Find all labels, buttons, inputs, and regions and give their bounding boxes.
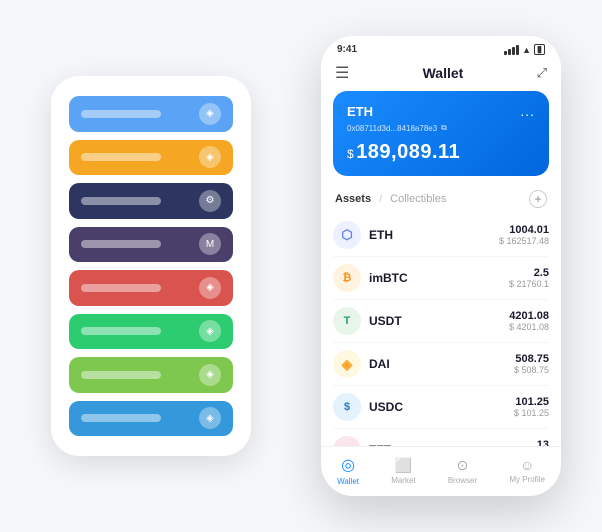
status-bar: 9:41 ▲ ▮: [321, 36, 561, 59]
card-address: 0x08711d3d...8418a78e3 ⧉: [347, 123, 535, 133]
profile-nav-label: My Profile: [509, 475, 545, 484]
bg-card-2[interactable]: ⚙: [69, 183, 233, 219]
usdt-value: $ 4201.08: [509, 322, 549, 332]
imbtc-value: $ 21760.1: [509, 279, 549, 289]
bottom-nav: ◎ Wallet ⬜ Market ⊙ Browser ☺ My Profile: [321, 446, 561, 496]
nav-profile[interactable]: ☺ My Profile: [509, 457, 545, 484]
eth-amount-col: 1004.01 $ 162517.48: [499, 224, 549, 246]
usdt-amount: 4201.08: [509, 310, 549, 322]
bg-card-7[interactable]: ◈: [69, 401, 233, 437]
tft-icon: ✦: [333, 436, 361, 446]
nav-wallet[interactable]: ◎ Wallet: [337, 455, 359, 486]
bg-card-6[interactable]: ◈: [69, 357, 233, 393]
wallet-nav-icon: ◎: [341, 455, 355, 475]
bg-card-0[interactable]: ◈: [69, 96, 233, 132]
nav-browser[interactable]: ⊙ Browser: [448, 457, 477, 485]
eth-value: $ 162517.48: [499, 236, 549, 246]
asset-row-dai[interactable]: ◈ DAI 508.75 $ 508.75: [333, 343, 549, 386]
asset-list: ⬡ ETH 1004.01 $ 162517.48 ₿ imBTC 2.5 $ …: [321, 214, 561, 446]
asset-row-usdc[interactable]: $ USDC 101.25 $ 101.25: [333, 386, 549, 429]
bg-card-5[interactable]: ◈: [69, 314, 233, 350]
bg-card-1[interactable]: ◈: [69, 140, 233, 176]
bg-card-3[interactable]: M: [69, 227, 233, 263]
dai-value: $ 508.75: [514, 365, 549, 375]
asset-row-eth[interactable]: ⬡ ETH 1004.01 $ 162517.48: [333, 214, 549, 257]
tft-amount: 13: [537, 439, 549, 446]
usdc-amount: 101.25: [514, 396, 549, 408]
imbtc-icon: ₿: [333, 264, 361, 292]
app-header: ☰ Wallet ⤢: [321, 59, 561, 91]
imbtc-amount: 2.5: [509, 267, 549, 279]
copy-icon[interactable]: ⧉: [441, 123, 447, 133]
eth-icon: ⬡: [333, 221, 361, 249]
tab-assets[interactable]: Assets: [335, 193, 371, 205]
assets-header: Assets / Collectibles +: [321, 186, 561, 214]
asset-name-usdt: USDT: [369, 314, 509, 328]
status-icons: ▲ ▮: [504, 44, 545, 55]
tft-amount-col: 13 0: [537, 439, 549, 446]
asset-row-tft[interactable]: ✦ TFT 13 0: [333, 429, 549, 446]
browser-nav-label: Browser: [448, 476, 477, 485]
card-more-button[interactable]: ...: [520, 103, 535, 119]
dai-amount: 508.75: [514, 353, 549, 365]
add-asset-button[interactable]: +: [529, 190, 547, 208]
asset-name-imbtc: imBTC: [369, 271, 509, 285]
usdt-icon: T: [333, 307, 361, 335]
usdt-amount-col: 4201.08 $ 4201.08: [509, 310, 549, 332]
tab-divider: /: [379, 193, 382, 205]
usdc-icon: $: [333, 393, 361, 421]
asset-name-eth: ETH: [369, 228, 499, 242]
wifi-icon: ▲: [522, 45, 531, 55]
signal-icon: [504, 45, 519, 55]
browser-nav-icon: ⊙: [457, 457, 469, 474]
wallet-nav-label: Wallet: [337, 477, 359, 486]
asset-row-usdt[interactable]: T USDT 4201.08 $ 4201.08: [333, 300, 549, 343]
dai-amount-col: 508.75 $ 508.75: [514, 353, 549, 375]
background-phone: ◈ ◈ ⚙ M ◈ ◈ ◈ ◈: [51, 76, 251, 456]
menu-icon[interactable]: ☰: [335, 63, 349, 83]
battery-icon: ▮: [534, 44, 545, 55]
currency-prefix: $: [347, 147, 354, 161]
scene: ◈ ◈ ⚙ M ◈ ◈ ◈ ◈ 9:41 ▲ ▮ ☰ Wallet ⤢: [21, 21, 581, 511]
time-label: 9:41: [337, 44, 357, 55]
main-card: ETH ... 0x08711d3d...8418a78e3 ⧉ $189,08…: [333, 91, 549, 176]
eth-amount: 1004.01: [499, 224, 549, 236]
usdc-amount-col: 101.25 $ 101.25: [514, 396, 549, 418]
profile-nav-icon: ☺: [520, 457, 534, 473]
expand-icon[interactable]: ⤢: [537, 65, 547, 81]
card-top: ETH ...: [347, 103, 535, 119]
card-coin: ETH: [347, 104, 373, 119]
market-nav-icon: ⬜: [395, 457, 412, 474]
tab-collectibles[interactable]: Collectibles: [390, 193, 446, 205]
bg-card-4[interactable]: ◈: [69, 270, 233, 306]
nav-market[interactable]: ⬜ Market: [391, 457, 415, 485]
amount-value: 189,089.11: [356, 141, 460, 163]
market-nav-label: Market: [391, 476, 415, 485]
asset-row-imbtc[interactable]: ₿ imBTC 2.5 $ 21760.1: [333, 257, 549, 300]
page-title: Wallet: [423, 65, 464, 81]
asset-name-dai: DAI: [369, 357, 514, 371]
imbtc-amount-col: 2.5 $ 21760.1: [509, 267, 549, 289]
usdc-value: $ 101.25: [514, 408, 549, 418]
foreground-phone: 9:41 ▲ ▮ ☰ Wallet ⤢ ETH ...: [321, 36, 561, 496]
asset-name-usdc: USDC: [369, 400, 514, 414]
card-amount: $189,089.11: [347, 141, 535, 164]
dai-icon: ◈: [333, 350, 361, 378]
assets-tabs: Assets / Collectibles: [335, 193, 446, 205]
